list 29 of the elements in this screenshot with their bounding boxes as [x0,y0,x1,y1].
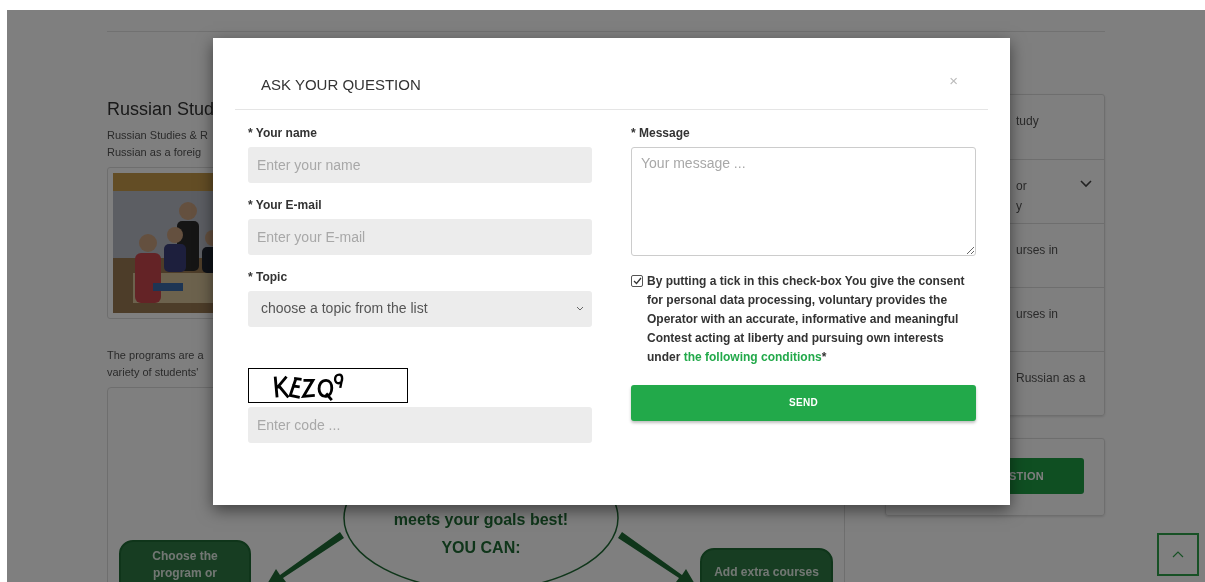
chevron-down-icon[interactable] [1080,180,1092,188]
body-text: The programs are a [107,348,204,363]
chevron-up-icon[interactable] [1172,551,1184,558]
modal-title: ASK YOUR QUESTION [260,75,421,95]
page-title: Russian Stud [107,98,216,121]
send-button[interactable]: SEND [631,384,976,421]
field-label: * Your name [248,125,318,141]
scroll-top-button[interactable] [1157,533,1199,576]
consent-text: By putting a tick in this check-box You give the consent for personal data processing, voluntary provides the Operator with an accurate, informative and meaningful Contest acting at liberty and pursuing own interests under the following conditions* [647,272,966,366]
diagram-headline: meets your goals best! [392,510,570,530]
intro-text: Russian Studies & R [107,128,208,143]
check-icon [632,276,642,285]
conditions-link[interactable]: the following conditions [683,349,822,364]
consent-checkbox[interactable] [631,274,643,287]
diagram-subhead: YOU CAN: [440,538,522,558]
close-button[interactable]: × [949,72,958,88]
field-label: * Message [631,125,691,141]
captcha-input-field[interactable]: Enter code ... [248,406,592,443]
chevron-down-icon [576,306,584,311]
diagram-node: Add extra courses [700,548,833,582]
topic-select[interactable]: choose a topic from the list [248,290,592,327]
intro-text: Russian as a foreig [107,145,202,160]
body-text: variety of students' [107,365,199,380]
input-field[interactable]: Enter your name [248,146,592,183]
diagram-node: Choose the program or [119,540,251,582]
message-field[interactable]: Your message ... [631,146,976,256]
input-field[interactable]: Enter your E-mail [248,218,592,255]
field-label: * Topic [248,269,289,285]
field-label: * Your E-mail [248,197,323,213]
